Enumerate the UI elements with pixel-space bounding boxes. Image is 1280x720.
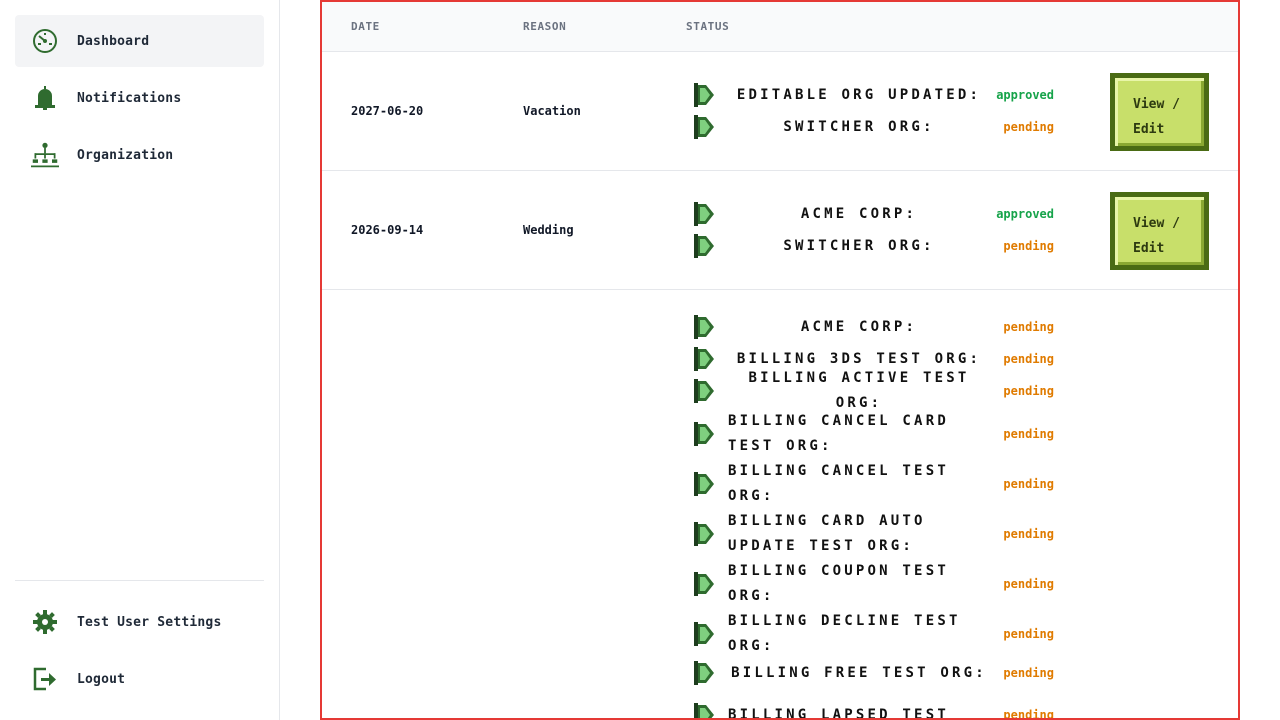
logout-icon [31,665,59,693]
org-name: Billing Lapsed Test [728,706,949,720]
requests-table: DATE REASON STATUS 2027-06-20 Vacation E… [320,0,1240,720]
status-badge: approved [996,88,1054,102]
view-edit-button[interactable]: View / Edit [1110,192,1209,270]
org-name: Billing Decline Test Org: [728,613,961,654]
org-name: Billing Free Test Org: [731,664,987,681]
date-cell: 2026-09-14 [351,223,424,237]
status-line: Acme Corp: pending [694,314,1074,340]
sidebar-item-label: Organization [77,147,174,163]
status-badge: pending [1003,627,1054,641]
sidebar-item-label: Logout [77,671,126,687]
status-badge: pending [1003,477,1054,491]
status-badge: pending [1003,708,1054,720]
flag-icon [694,572,714,596]
sidebar-item-organization[interactable]: Organization [15,129,264,181]
flag-icon [694,315,714,339]
status-line: Billing Card Auto Update Test Org: pendi… [694,509,1074,559]
table-row: Acme Corp: pending Billing 3DS Test Org:… [322,290,1238,720]
sidebar-divider [15,580,264,581]
reason-cell: Vacation [523,104,581,118]
flag-icon [694,115,714,139]
status-badge: approved [996,207,1054,221]
status-line: Acme Corp: approved [694,201,1074,227]
sidebar-item-dashboard[interactable]: Dashboard [15,15,264,67]
status-line: Switcher Org: pending [694,114,1074,140]
status-line: Billing Lapsed Test pending [694,690,1074,720]
status-line: Billing Decline Test Org: pending [694,609,1074,659]
sidebar: Dashboard Notifications Organization Tes… [0,0,280,720]
org-name: Editable Org Updated: [736,86,982,103]
org-name: Billing Cancel Test Org: [728,463,949,504]
org-name: Switcher Org: [783,118,935,135]
flag-icon [694,83,714,107]
flag-icon [694,422,714,446]
status-line: Billing Active Test Org: pending [694,370,1074,411]
flag-icon [694,234,714,258]
column-header-status: STATUS [686,20,730,33]
org-name: Switcher Org: [783,237,935,254]
gear-icon [31,608,59,636]
status-badge: pending [1003,427,1054,441]
status-line: Billing Cancel Card Test Org: pending [694,409,1074,459]
flag-icon [694,379,714,403]
flag-icon [694,202,714,226]
flag-icon [694,522,714,546]
flag-icon [694,661,714,685]
status-badge: pending [1003,120,1054,134]
flag-icon [694,347,714,371]
status-line: Switcher Org: pending [694,233,1074,259]
sidebar-item-label: Test User Settings [77,614,222,630]
status-badge: pending [1003,352,1054,366]
column-header-date: DATE [351,20,380,33]
org-name: Billing Coupon Test Org: [728,563,949,604]
status-badge: pending [1003,666,1054,680]
sidebar-item-logout[interactable]: Logout [15,653,264,705]
column-header-reason: REASON [523,20,567,33]
table-row: 2026-09-14 Wedding Acme Corp: approved S… [322,171,1238,290]
sidebar-item-settings[interactable]: Test User Settings [15,596,264,648]
status-line: Billing Coupon Test Org: pending [694,559,1074,609]
status-badge: pending [1003,320,1054,334]
flag-icon [694,622,714,646]
status-line: Billing Free Test Org: pending [694,660,1074,686]
org-chart-icon [31,141,59,169]
sidebar-item-notifications[interactable]: Notifications [15,72,264,124]
org-name: Billing Cancel Card Test Org: [728,413,949,454]
reason-cell: Wedding [523,223,574,237]
status-badge: pending [1003,239,1054,253]
date-cell: 2027-06-20 [351,104,424,118]
status-line: Editable Org Updated: approved [694,82,1074,108]
status-line: Billing Cancel Test Org: pending [694,459,1074,509]
org-name: Acme Corp: [800,318,918,335]
status-badge: pending [1003,384,1054,398]
status-badge: pending [1003,527,1054,541]
table-header: DATE REASON STATUS [322,2,1238,52]
flag-icon [694,472,714,496]
status-badge: pending [1003,577,1054,591]
table-row: 2027-06-20 Vacation Editable Org Updated… [322,52,1238,171]
view-edit-button[interactable]: View / Edit [1110,73,1209,151]
dashboard-icon [31,27,59,55]
sidebar-item-label: Notifications [77,90,182,106]
bell-icon [31,84,59,112]
org-name: Billing Card Auto Update Test Org: [728,513,926,554]
sidebar-item-label: Dashboard [77,33,150,49]
flag-icon [694,703,714,718]
org-name: Acme Corp: [800,205,918,222]
